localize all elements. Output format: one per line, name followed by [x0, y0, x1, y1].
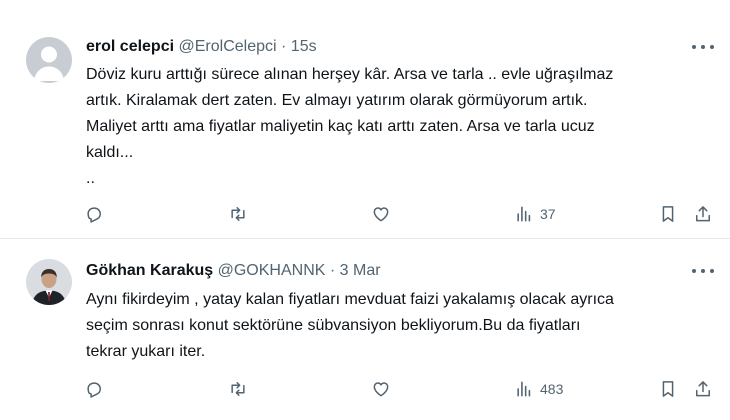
retweet-icon — [228, 204, 248, 224]
reply-icon — [84, 204, 104, 224]
author-name[interactable]: Gökhan Karakuş — [86, 262, 213, 279]
share-icon — [693, 379, 713, 399]
views-button[interactable]: 483 — [514, 377, 563, 401]
avatar[interactable] — [26, 37, 72, 83]
tweet-header: Gökhan Karakuş @GOKHANNK · 3 Mar — [86, 262, 381, 280]
reply-button[interactable] — [84, 202, 104, 226]
retweet-button[interactable] — [228, 377, 248, 401]
author-name[interactable]: erol celepci — [86, 38, 174, 55]
tweet-text: Döviz kuru arttığı sürece alınan herşey … — [86, 66, 614, 187]
views-icon — [514, 379, 534, 399]
views-button[interactable]: 37 — [514, 202, 556, 226]
like-button[interactable] — [371, 377, 391, 401]
share-button[interactable] — [693, 202, 713, 226]
heart-icon — [371, 204, 391, 224]
timestamp[interactable]: 15s — [291, 38, 317, 55]
tweet-actions: 37 — [84, 202, 724, 226]
bookmark-button[interactable] — [658, 202, 678, 226]
divider — [0, 238, 730, 239]
default-avatar-icon — [26, 37, 72, 83]
retweet-icon — [228, 379, 248, 399]
heart-icon — [371, 379, 391, 399]
more-options-icon[interactable] — [692, 262, 714, 280]
more-options-icon[interactable] — [692, 38, 714, 56]
author-handle[interactable]: @ErolCelepci — [179, 38, 277, 55]
author-handle[interactable]: @GOKHANNK — [218, 262, 326, 279]
bookmark-icon — [658, 204, 678, 224]
retweet-button[interactable] — [228, 202, 248, 226]
like-button[interactable] — [371, 202, 391, 226]
avatar[interactable] — [26, 259, 72, 305]
share-icon — [693, 204, 713, 224]
reply-button[interactable] — [84, 377, 104, 401]
bookmark-button[interactable] — [658, 377, 678, 401]
tweet-text: Aynı fikirdeyim , yatay kalan fiyatları … — [86, 291, 614, 360]
views-icon — [514, 204, 534, 224]
views-count: 37 — [540, 206, 556, 222]
bookmark-icon — [658, 379, 678, 399]
reply-icon — [84, 379, 104, 399]
tweet-header: erol celepci @ErolCelepci · 15s — [86, 38, 317, 56]
timestamp[interactable]: 3 Mar — [340, 262, 381, 279]
share-button[interactable] — [693, 377, 713, 401]
tweet-actions: 483 — [84, 377, 724, 401]
separator-dot: · — [329, 262, 336, 279]
views-count: 483 — [540, 381, 564, 397]
separator-dot: · — [281, 38, 287, 55]
profile-photo-icon — [26, 259, 72, 305]
